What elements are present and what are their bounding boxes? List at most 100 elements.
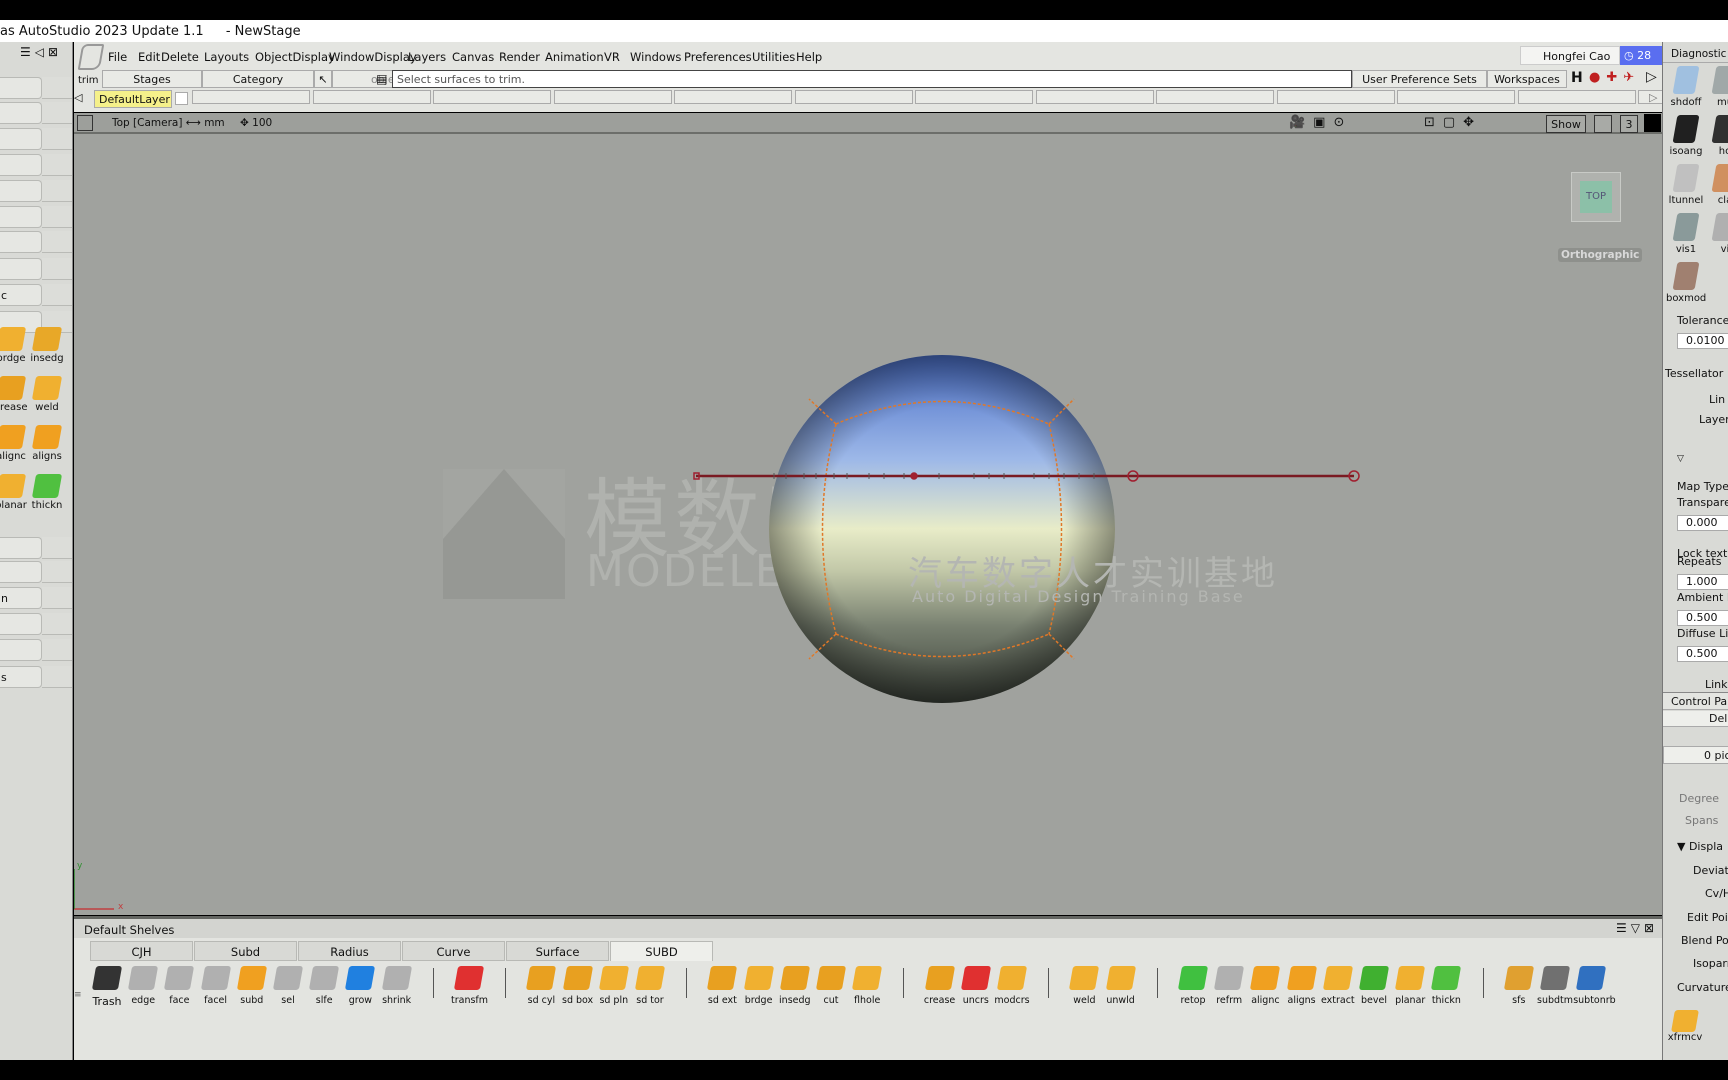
menu-file[interactable]: File (108, 50, 127, 64)
shelf-grip[interactable]: ≡ (74, 966, 84, 1032)
shelf-tab-curve[interactable]: Curve (402, 941, 505, 961)
shelf-tool-sd-tor[interactable]: sd tor (632, 966, 668, 1006)
display-option[interactable]: Deviati (1693, 864, 1728, 877)
notification-badge[interactable]: ◷ 28 (1620, 46, 1662, 65)
diffuse[interactable]: 0.500 (1677, 646, 1728, 662)
viewport-top[interactable]: 模数师 MODELERS 汽车数字人才实训基地 Auto Digital Des… (74, 134, 1662, 915)
palette-row[interactable] (0, 77, 42, 99)
palette-tool-crease[interactable]: crease (0, 376, 28, 413)
palette-row[interactable] (0, 231, 42, 253)
palette-row[interactable] (0, 180, 42, 202)
shelf-tool-facel[interactable]: facel (198, 966, 234, 1006)
menu-windowdisplay[interactable]: WindowDisplay (329, 50, 417, 64)
shelf-tool-extract[interactable]: extract (1320, 966, 1356, 1006)
display-option[interactable]: Blend Poir (1681, 934, 1728, 947)
menu-render[interactable]: Render (499, 50, 540, 64)
display-section-toggle[interactable]: ▼ Displa (1677, 840, 1723, 853)
layer-visibility-checkbox[interactable] (175, 92, 188, 105)
palette-tool-insedg[interactable]: insedg (30, 327, 64, 364)
menu-vr[interactable]: VR (604, 50, 620, 64)
diagnostic-cla[interactable]: cla (1705, 164, 1728, 206)
shelf-tab-subd[interactable]: SUBD (610, 941, 713, 961)
shelf-tool-modcrs[interactable]: modcrs (994, 966, 1030, 1006)
shelf-tool-planar[interactable]: planar (1392, 966, 1428, 1006)
menu-layouts[interactable]: Layouts (204, 50, 249, 64)
layer-slot[interactable] (312, 90, 431, 104)
shelf-tool-retop[interactable]: retop (1175, 966, 1211, 1006)
diagnostic-mu[interactable]: mu (1705, 66, 1728, 108)
layout-number[interactable]: 3 (1620, 115, 1638, 133)
layer-slot[interactable] (1517, 90, 1636, 104)
palette-row[interactable] (0, 561, 42, 583)
palette-tool-brdge[interactable]: brdge (0, 327, 28, 364)
shelf-tool-alignc[interactable]: alignc (1247, 966, 1283, 1006)
shelf-tool-sel[interactable]: sel (270, 966, 306, 1006)
shelf-tool-refrm[interactable]: refrm (1211, 966, 1247, 1006)
workspaces-button[interactable]: Workspaces (1487, 70, 1567, 88)
view-cube-face[interactable]: TOP (1580, 181, 1612, 213)
shelf-tool-flhole[interactable]: flhole (849, 966, 885, 1006)
shelf-tool-bevel[interactable]: bevel (1356, 966, 1392, 1006)
display-option[interactable]: Cv/H (1705, 887, 1728, 900)
display-option[interactable]: Isoparn (1693, 957, 1728, 970)
diagnostic-vi[interactable]: vi (1705, 213, 1728, 255)
display-option[interactable]: Curvature (1677, 981, 1728, 994)
shelf-tool-brdge[interactable]: brdge (741, 966, 777, 1006)
palette-tool-aligns[interactable]: aligns (30, 425, 64, 462)
layer-scroll-left[interactable]: ◁ (74, 91, 82, 104)
palette-row[interactable] (0, 206, 42, 228)
layer-slot[interactable] (1035, 90, 1154, 104)
ambient[interactable]: 0.500 (1677, 610, 1728, 626)
menu-utilities[interactable]: Utilities (752, 50, 795, 64)
shelf-tab-cjh[interactable]: CJH (90, 941, 193, 961)
palette-row[interactable] (0, 537, 42, 559)
palette-tool-planar[interactable]: planar (0, 474, 28, 511)
palette-controls[interactable]: ☰◁⊠ (20, 45, 62, 59)
shelf-tool-crease[interactable]: crease (922, 966, 958, 1006)
palette-row[interactable] (0, 613, 42, 635)
diagnostic-isoang[interactable]: isoang (1666, 115, 1706, 157)
diagnostic-shdoff[interactable]: shdoff (1666, 66, 1706, 108)
menu-windows[interactable]: Windows (630, 50, 681, 64)
shelf-tab-radius[interactable]: Radius (298, 941, 401, 961)
shelf-tool-thickn[interactable]: thickn (1428, 966, 1464, 1006)
show-button[interactable]: Show (1546, 115, 1586, 133)
shelf-tool-Trash[interactable]: Trash (89, 966, 125, 1008)
view-cube[interactable]: TOP (1571, 172, 1621, 222)
display-option[interactable]: Edit Poir (1687, 911, 1728, 924)
shelf-tool-sd-ext[interactable]: sd ext (704, 966, 740, 1006)
palette-row[interactable] (0, 128, 42, 150)
shelf-tool-shrink[interactable]: shrink (379, 966, 415, 1006)
shelf-tool-transfm[interactable]: transfm (451, 966, 488, 1006)
diagnostic-vis1[interactable]: vis1 (1666, 213, 1706, 255)
menu-delete[interactable]: Delete (161, 50, 199, 64)
user-account[interactable]: Hongfei Cao (1520, 46, 1620, 65)
shelf-tool-cut[interactable]: cut (813, 966, 849, 1006)
diagnostic-boxmod[interactable]: boxmod (1666, 262, 1706, 304)
shelf-controls[interactable]: ☰▽⊠ (1616, 921, 1658, 935)
shelf-tab-subd[interactable]: Subd (194, 941, 297, 961)
view-fit-icons[interactable]: ⊡▢✥ (1424, 115, 1482, 130)
layer-slot[interactable] (915, 90, 1033, 104)
layer-slot[interactable] (1397, 90, 1515, 104)
layer-scroll-right[interactable]: ▷ (1649, 91, 1657, 104)
layer-slot[interactable] (1276, 90, 1395, 104)
shelf-tool-insedg[interactable]: insedg (777, 966, 813, 1006)
palette-row[interactable]: n (0, 587, 42, 609)
palette-row[interactable]: c (0, 284, 42, 306)
shelf-tool-sd-cyl[interactable]: sd cyl (523, 966, 559, 1006)
pin-tools-icon[interactable]: ●✚✈ (1589, 70, 1640, 85)
palette-tool-weld[interactable]: weld (30, 376, 64, 413)
shelf-tool-slfe[interactable]: slfe (306, 966, 342, 1006)
repeats[interactable]: 1.000 (1677, 574, 1728, 590)
tolerance[interactable]: 0.0100 (1677, 333, 1728, 349)
menu-animation[interactable]: Animation (545, 50, 604, 64)
shelf-tool-subtonrb[interactable]: subtonrb (1573, 966, 1616, 1006)
delete-button[interactable]: Del (1663, 711, 1728, 727)
layer-slot[interactable] (794, 90, 913, 104)
layer-slot[interactable] (553, 90, 672, 104)
category-button[interactable]: Category (202, 70, 314, 88)
layer-slot[interactable] (433, 90, 551, 104)
shelf-tool-edge[interactable]: edge (125, 966, 161, 1006)
menu-edit[interactable]: Edit (138, 50, 160, 64)
